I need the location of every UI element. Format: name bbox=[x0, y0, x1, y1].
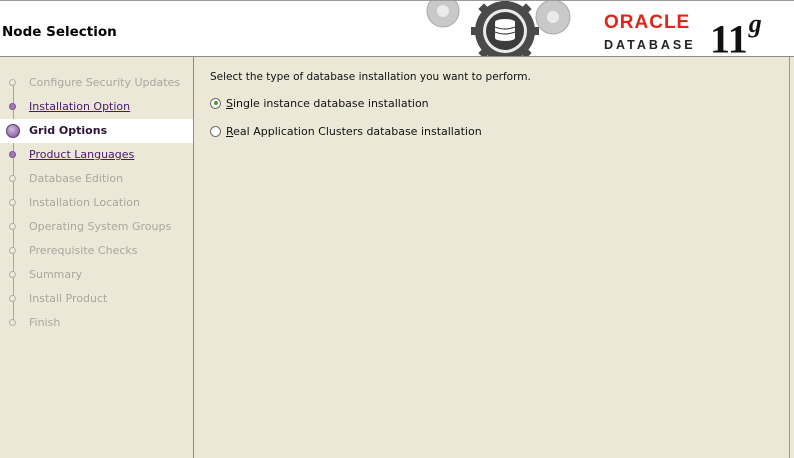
version-suffix: g bbox=[748, 9, 762, 38]
step-label: Configure Security Updates bbox=[29, 76, 181, 89]
option-label-text: eal Application Clusters database instal… bbox=[233, 124, 482, 138]
step-install-product: Install Product bbox=[0, 287, 193, 311]
step-label: Grid Options bbox=[29, 124, 108, 137]
single-instance-label[interactable]: Single instance database installation bbox=[226, 97, 429, 110]
oracle-logo: ORACLE DATABASE bbox=[604, 12, 696, 53]
oracle-brand-text: ORACLE bbox=[604, 12, 691, 33]
step-pending-icon bbox=[9, 247, 16, 254]
step-grid-options: Grid Options bbox=[0, 119, 193, 143]
installation-type-prompt: Select the type of database installation… bbox=[210, 71, 531, 83]
step-configure-security-updates: Configure Security Updates bbox=[0, 71, 193, 95]
step-summary: Summary bbox=[0, 263, 193, 287]
header-banner: Node Selection ORACLE DATABASE 11g bbox=[0, 0, 794, 57]
step-label: Install Product bbox=[29, 292, 108, 305]
step-installation-location: Installation Location bbox=[0, 191, 193, 215]
option-label-text: ingle instance database installation bbox=[232, 96, 429, 110]
gears-graphic-icon bbox=[426, 1, 571, 56]
step-done-icon bbox=[9, 103, 16, 110]
rac-option[interactable]: Real Application Clusters database insta… bbox=[210, 123, 482, 139]
step-pending-icon bbox=[9, 319, 16, 326]
step-label: Installation Location bbox=[29, 196, 140, 209]
step-label: Database Edition bbox=[29, 172, 124, 185]
step-label: Operating System Groups bbox=[29, 220, 172, 233]
step-pending-icon bbox=[9, 223, 16, 230]
step-label: Prerequisite Checks bbox=[29, 244, 138, 257]
step-pending-icon bbox=[9, 79, 16, 86]
page-title: Node Selection bbox=[2, 24, 117, 40]
step-pending-icon bbox=[9, 175, 16, 182]
single-instance-radio[interactable] bbox=[210, 97, 221, 109]
step-label[interactable]: Product Languages bbox=[29, 148, 134, 161]
step-operating-system-groups: Operating System Groups bbox=[0, 215, 193, 239]
version-number: 11 bbox=[710, 16, 748, 57]
step-current-icon bbox=[6, 124, 20, 138]
step-database-edition: Database Edition bbox=[0, 167, 193, 191]
step-prerequisite-checks: Prerequisite Checks bbox=[0, 239, 193, 263]
step-product-languages[interactable]: Product Languages bbox=[0, 143, 193, 167]
step-finish: Finish bbox=[0, 311, 193, 335]
step-label: Finish bbox=[29, 316, 61, 329]
version-mark: 11g bbox=[710, 9, 762, 57]
step-pending-icon bbox=[9, 199, 16, 206]
rac-label[interactable]: Real Application Clusters database insta… bbox=[226, 125, 482, 138]
step-installation-option[interactable]: Installation Option bbox=[0, 95, 193, 119]
single-instance-option[interactable]: Single instance database installation bbox=[210, 95, 429, 111]
step-done-icon bbox=[9, 151, 16, 158]
step-label[interactable]: Installation Option bbox=[29, 100, 130, 113]
rac-radio[interactable] bbox=[210, 125, 221, 137]
mnemonic-letter: S bbox=[226, 96, 233, 110]
window-right-border bbox=[789, 57, 794, 458]
content-panel: Select the type of database installation… bbox=[195, 57, 790, 458]
database-product-text: DATABASE bbox=[604, 38, 696, 52]
step-pending-icon bbox=[9, 271, 16, 278]
step-pending-icon bbox=[9, 295, 16, 302]
step-label: Summary bbox=[29, 268, 83, 281]
step-navigation-sidebar: Configure Security Updates Installation … bbox=[0, 57, 194, 458]
